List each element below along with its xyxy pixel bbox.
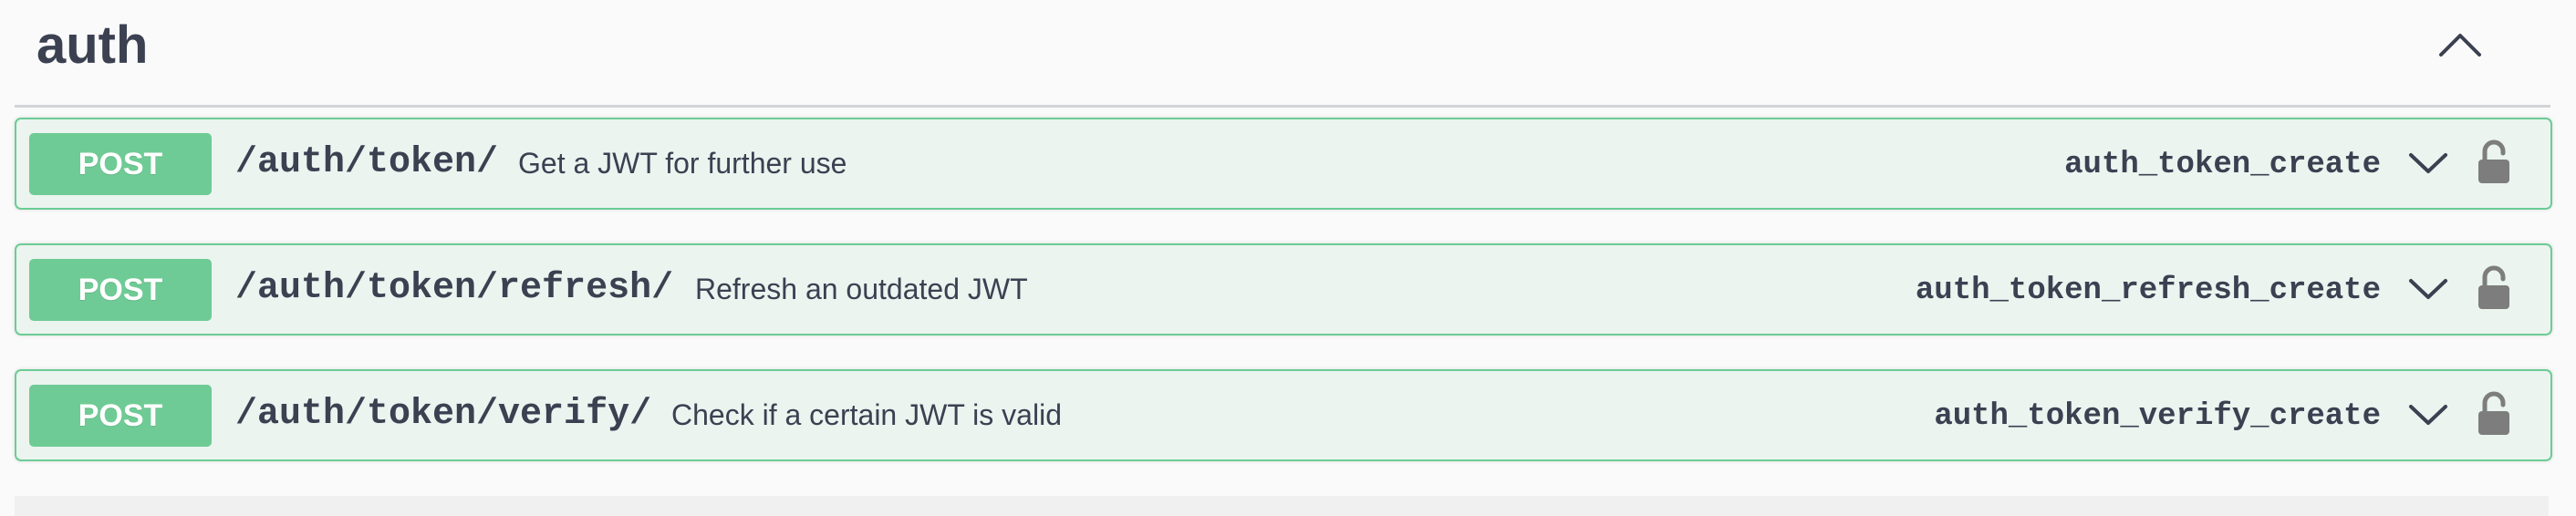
expand-operation-button[interactable]	[2399, 138, 2457, 189]
operation-id: auth_token_create	[2064, 148, 2381, 182]
operation-id: auth_token_verify_create	[1934, 399, 2381, 434]
unlocked-padlock-icon	[2478, 391, 2509, 435]
unlocked-padlock-icon	[2478, 139, 2509, 183]
collapse-section-button[interactable]	[2426, 18, 2494, 71]
method-badge[interactable]: POST	[29, 385, 212, 447]
expand-operation-button[interactable]	[2399, 389, 2457, 440]
operation-summary: Get a JWT for further use	[518, 147, 847, 180]
authorization-lock-button[interactable]	[2470, 261, 2518, 315]
next-section-edge	[15, 496, 2549, 516]
authorization-lock-button[interactable]	[2470, 135, 2518, 190]
operation-path[interactable]: /auth/token/refresh/	[235, 262, 673, 316]
method-badge[interactable]: POST	[29, 259, 212, 321]
chevron-down-icon	[2409, 153, 2447, 173]
operation-auth-token[interactable]: POST /auth/token/ Get a JWT for further …	[15, 118, 2552, 210]
operation-id: auth_token_refresh_create	[1915, 273, 2381, 308]
operation-path[interactable]: /auth/token/	[235, 136, 498, 191]
tag-section-header[interactable]: auth	[0, 0, 2576, 108]
chevron-down-icon	[2409, 405, 2447, 425]
unlocked-padlock-icon	[2478, 265, 2509, 309]
authorization-lock-button[interactable]	[2470, 387, 2518, 441]
tag-title: auth	[36, 15, 149, 75]
chevron-down-icon	[2409, 279, 2447, 299]
expand-operation-button[interactable]	[2399, 263, 2457, 315]
operation-auth-token-verify[interactable]: POST /auth/token/verify/ Check if a cert…	[15, 369, 2552, 461]
operation-summary: Check if a certain JWT is valid	[671, 398, 1062, 431]
operation-summary: Refresh an outdated JWT	[695, 273, 1028, 305]
method-badge[interactable]: POST	[29, 133, 212, 195]
operation-auth-token-refresh[interactable]: POST /auth/token/refresh/ Refresh an out…	[15, 243, 2552, 335]
chevron-up-icon	[2439, 34, 2481, 57]
section-divider	[15, 105, 2550, 108]
operation-path[interactable]: /auth/token/verify/	[235, 387, 651, 442]
